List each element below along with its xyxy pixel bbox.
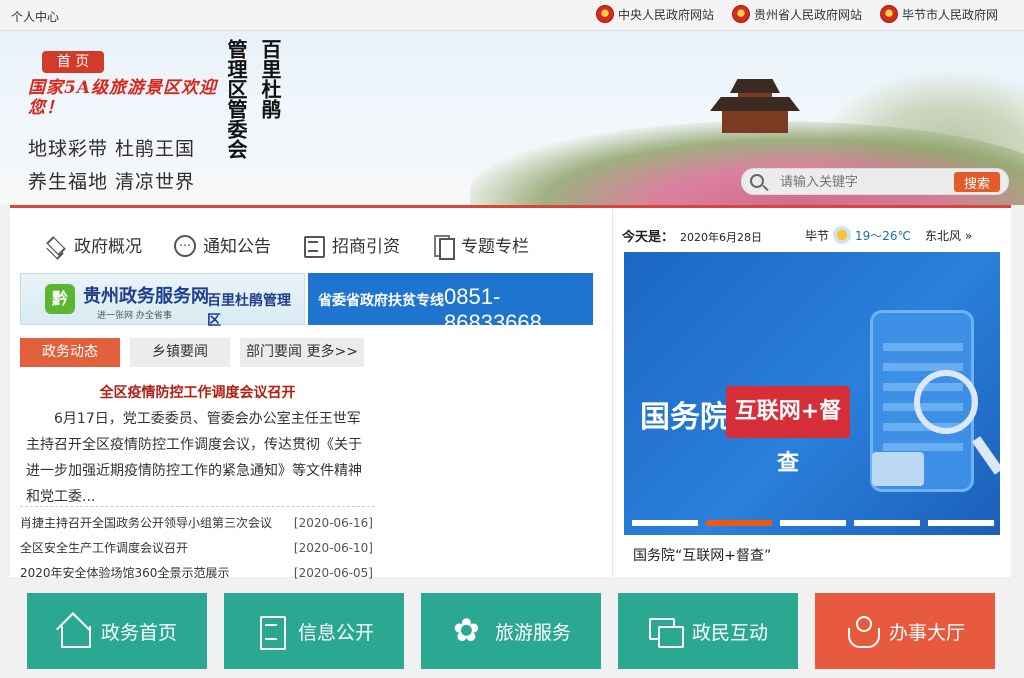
site-title-col-2: 管理区管委会 [224,39,248,159]
central-gov-link[interactable]: 中央人民政府网站 [595,5,714,23]
tab-notices[interactable]: 通知公告 [173,232,271,257]
tab-gov-news[interactable]: 政务动态 [20,338,120,367]
carousel-dot[interactable] [854,520,920,526]
date-display: 今天是： 2020年6月28日 [622,230,763,245]
hotline-number: 0851-86833668 [444,284,542,335]
carousel-dot[interactable] [928,520,994,526]
tourism-slogan: 国家5A级旅游景区欢迎您！ [28,78,218,118]
pavilion-illustration [700,79,810,139]
news-tabs: 政务动态 乡镇要闻 部门要闻 更多>> [20,338,364,367]
top-bar: 个人中心 中央人民政府网站 贵州省人民政府网站 毕节市人民政府网 [0,0,1024,31]
search-input[interactable] [780,173,940,191]
news-headline[interactable]: 全区疫情防控工作调度会议召开 [20,382,375,402]
nav-tabs: 政府概况 通知公告 招商引资 专题专栏 [44,232,529,260]
national-emblem-icon [595,5,614,23]
service-hands-icon [845,614,880,648]
slide-text-left: 国务院 [640,400,730,435]
list-item[interactable]: 全区安全生产工作调度会议召开 [2020-06-10] [20,539,375,564]
bijie-gov-link[interactable]: 毕节市人民政府网 [879,5,998,23]
carousel-dot[interactable] [706,520,772,526]
guizhou-gov-link[interactable]: 贵州省人民政府网站 [731,5,862,23]
chat-icon [648,614,684,648]
national-emblem-icon [731,5,750,23]
divider [20,506,375,507]
tourism-service-button[interactable]: 旅游服务 [421,593,601,669]
carousel-caption[interactable]: 国务院“互联网+督查” [633,545,771,565]
temperature: 19～26℃ [855,228,912,243]
carousel-dots [632,520,994,526]
service-hall-button[interactable]: 办事大厅 [815,593,995,669]
banner-title: 贵州政务服务网 [83,286,209,307]
main-panel: 政府概况 通知公告 招商引资 专题专栏 黔 贵州政务服务网 进一张网 办全省事 … [10,205,1011,580]
slogan-line-1: 地球彩带 杜鹃王国 [28,138,196,160]
magnifier-illustration [914,370,978,434]
home-tab[interactable]: 首 页 [42,51,104,73]
documents-icon [431,234,455,260]
hotline-label: 省委省政府扶贫专线 [318,293,444,309]
poverty-hotline-banner[interactable]: 省委省政府扶贫专线 0851-86833668 [308,273,593,335]
tab-investment[interactable]: 招商引资 [302,232,400,258]
tab-town-news[interactable]: 乡镇要闻 [130,338,230,367]
guizhou-service-banner[interactable]: 黔 贵州政务服务网 进一张网 办全省事 百里杜鹃管理区 [20,273,305,329]
site-title-col-1: 百里杜鹃 [258,39,282,119]
banner-subtitle: 进一张网 办全省事 [97,311,172,321]
tab-special-topics[interactable]: 专题专栏 [431,232,529,260]
carousel-dot[interactable] [632,520,698,526]
list-item[interactable]: 2020年安全体验场馆360全景示范展示 [2020-06-05] [20,564,375,589]
flower-icon [451,612,485,648]
carousel-dot[interactable] [780,520,846,526]
gov-home-button[interactable]: 政务首页 [27,593,207,669]
quick-links: 政务首页 信息公开 旅游服务 政民互动 办事大厅 [27,593,995,669]
search-icon [750,174,764,188]
sunny-icon [833,226,852,244]
list-icon [302,234,325,258]
search-box: 搜索 [741,168,1009,195]
city-name: 毕节 [805,228,830,243]
weather-widget: 毕节 19～26℃ 东北风 » [805,226,972,244]
national-emblem-icon [879,5,898,23]
government-links: 中央人民政府网站 贵州省人民政府网站 毕节市人民政府网 [595,5,998,23]
list-item[interactable]: 肖捷主持召开全国政务公开领导小组第三次会议 [2020-06-16] [20,514,375,539]
interaction-button[interactable]: 政民互动 [618,593,798,669]
home-icon [57,614,91,648]
slide-text-box: 互联网+督查 [726,386,850,476]
header-banner: 首 页 国家5A级旅游景区欢迎您！ 地球彩带 杜鹃王国 养生福地 清凉世界 百里… [0,31,1024,205]
news-list: 肖捷主持召开全国政务公开领导小组第三次会议 [2020-06-16] 全区安全生产… [20,514,375,589]
personal-center-link[interactable]: 个人中心 [11,8,59,25]
banner-district: 百里杜鹃管理区 [207,293,291,329]
tab-dept-news[interactable]: 部门要闻 更多>> [240,338,364,367]
chat-illustration [872,452,924,486]
layers-icon [44,234,66,256]
column-divider [612,208,613,577]
search-button[interactable]: 搜索 [954,172,1000,192]
slogan-line-2: 养生福地 清凉世界 [28,171,196,193]
document-icon [254,614,288,650]
news-summary: 6月17日，党工委委员、管委会办公室主任王世军主持召开全区疫情防控工作调度会议，… [26,411,362,505]
info-disclosure-button[interactable]: 信息公开 [224,593,404,669]
carousel-slide[interactable]: 国务院 互联网+督查 [624,252,1000,535]
chat-bubble-icon [173,234,196,257]
tab-gov-overview[interactable]: 政府概况 [44,232,142,257]
wind-link[interactable]: 东北风 » [925,227,972,244]
guizhou-service-logo: 黔 [45,284,75,314]
